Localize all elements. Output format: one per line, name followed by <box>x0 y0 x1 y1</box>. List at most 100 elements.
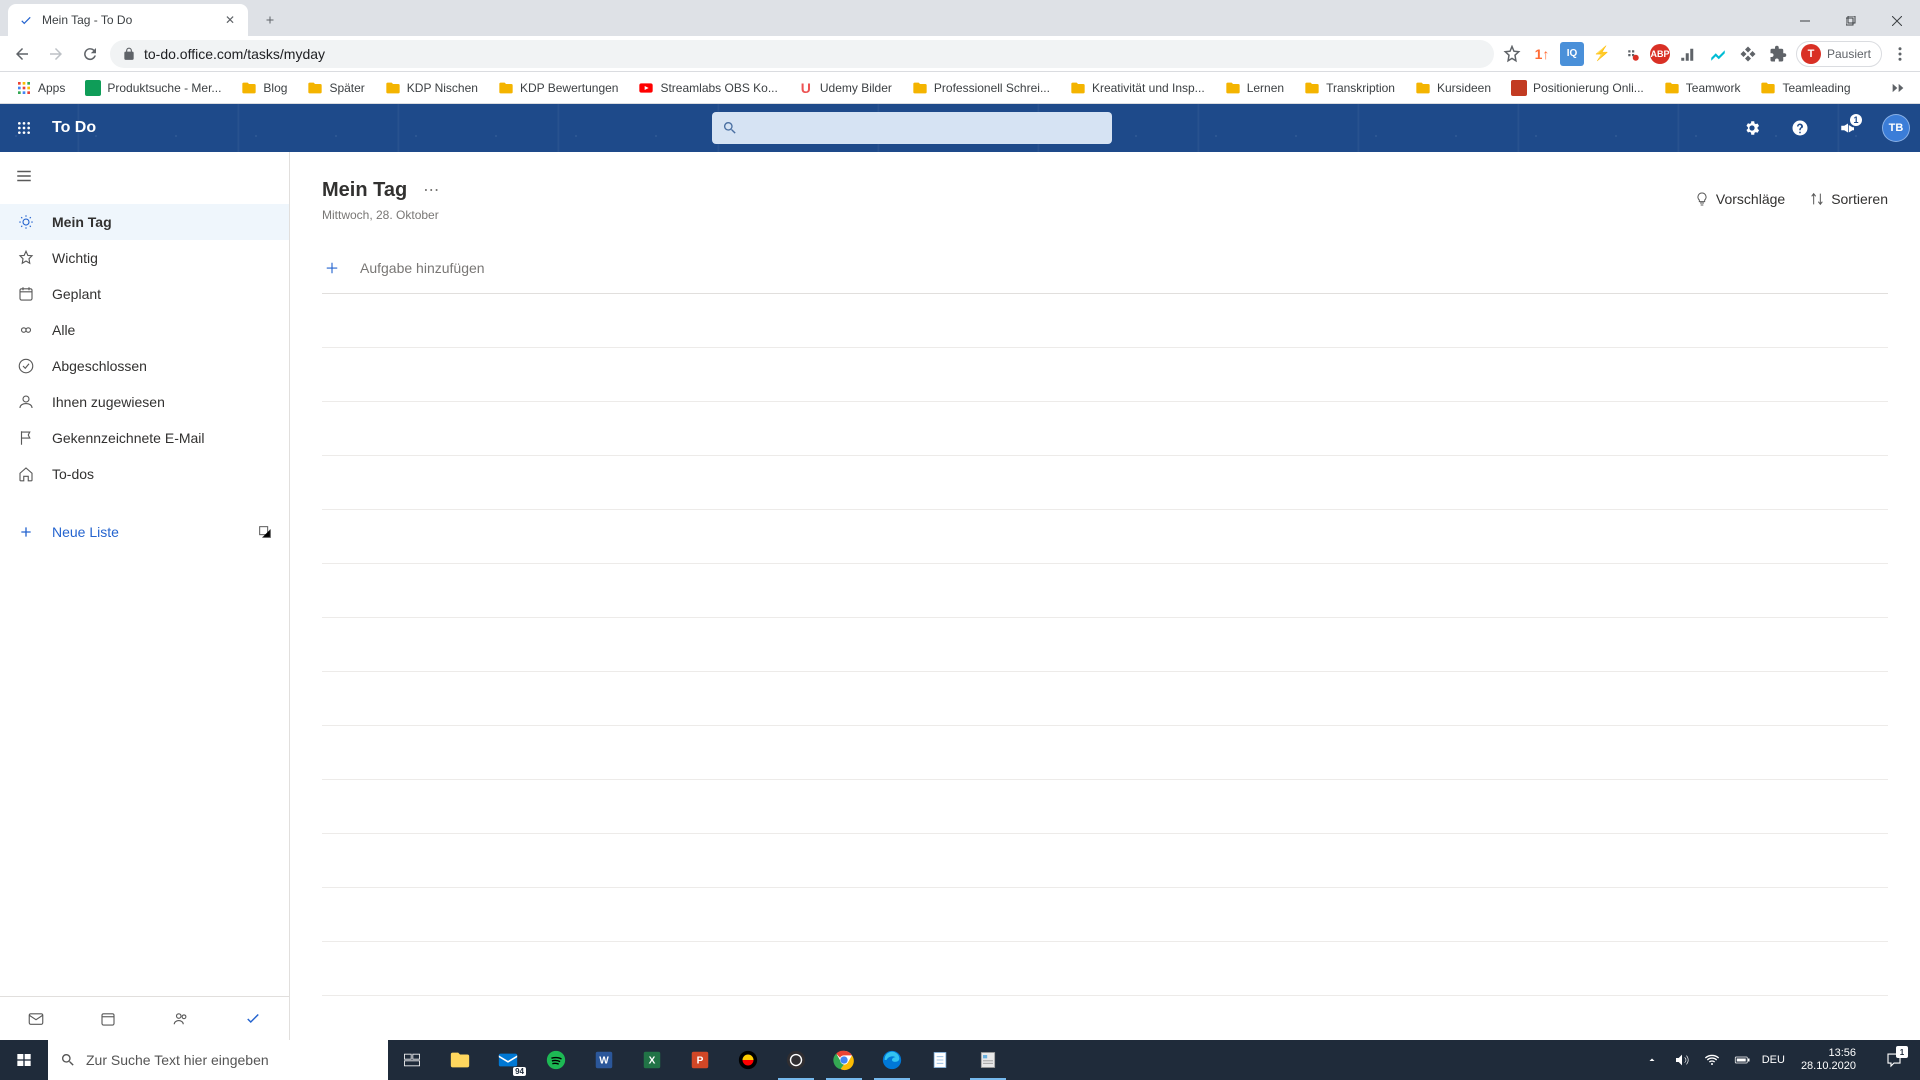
bookmark-item[interactable]: KDP Nischen <box>377 76 486 100</box>
sidebar-item-wichtig[interactable]: Wichtig <box>0 240 289 276</box>
sidebar-item-abgeschlossen[interactable]: Abgeschlossen <box>0 348 289 384</box>
chrome-menu-icon[interactable] <box>1888 42 1912 66</box>
sidebar-item-todos[interactable]: To-dos <box>0 456 289 492</box>
new-list-button[interactable]: Neue Liste <box>0 508 289 556</box>
extension-icon[interactable] <box>1620 42 1644 66</box>
task-placeholder-row <box>322 564 1888 618</box>
sidebar-item-zugewiesen[interactable]: Ihnen zugewiesen <box>0 384 289 420</box>
close-tab-icon[interactable]: ✕ <box>222 12 238 28</box>
bookmarks-overflow-icon[interactable] <box>1884 81 1912 95</box>
minimize-button[interactable] <box>1782 6 1828 36</box>
taskbar-search[interactable]: Zur Suche Text hier eingeben <box>48 1040 388 1080</box>
clock[interactable]: 13:56 28.10.2020 <box>1795 1047 1862 1073</box>
spotify-button[interactable] <box>532 1040 580 1080</box>
extension-icon[interactable] <box>1676 42 1700 66</box>
volume-icon[interactable] <box>1672 1050 1692 1070</box>
back-button[interactable] <box>8 40 36 68</box>
new-group-button[interactable] <box>249 516 281 548</box>
folder-icon <box>1225 80 1241 96</box>
sidebar-item-label: Gekennzeichnete E-Mail <box>52 430 205 446</box>
add-task-input[interactable]: Aufgabe hinzufügen <box>322 242 1888 294</box>
chrome-button[interactable] <box>820 1040 868 1080</box>
excel-button[interactable]: X <box>628 1040 676 1080</box>
wifi-icon[interactable] <box>1702 1050 1722 1070</box>
megaphone-button[interactable]: 1 <box>1824 104 1872 152</box>
search-box[interactable] <box>712 112 1112 144</box>
todo-app-button[interactable] <box>217 997 289 1040</box>
browser-tab[interactable]: Mein Tag - To Do ✕ <box>8 4 248 36</box>
forward-button[interactable] <box>42 40 70 68</box>
folder-icon <box>307 80 323 96</box>
battery-icon[interactable] <box>1732 1050 1752 1070</box>
extension-icon[interactable]: ABP <box>1650 44 1670 64</box>
check-circle-icon <box>16 356 36 376</box>
bookmark-item[interactable]: Teamwork <box>1656 76 1749 100</box>
extension-icon[interactable]: ⚡ <box>1590 42 1614 66</box>
maximize-button[interactable] <box>1828 6 1874 36</box>
profile-button[interactable]: T Pausiert <box>1796 41 1882 67</box>
new-tab-button[interactable] <box>256 6 284 34</box>
bookmark-item[interactable]: Streamlabs OBS Ko... <box>630 76 785 100</box>
sidebar-toggle-button[interactable] <box>0 152 48 200</box>
app-button[interactable] <box>964 1040 1012 1080</box>
extension-icon[interactable] <box>1706 42 1730 66</box>
bookmark-item[interactable]: KDP Bewertungen <box>490 76 627 100</box>
bookmark-item[interactable]: Später <box>299 76 372 100</box>
close-window-button[interactable] <box>1874 6 1920 36</box>
apps-shortcut[interactable]: Apps <box>8 76 73 100</box>
sidebar-item-alle[interactable]: Alle <box>0 312 289 348</box>
language-indicator[interactable]: DEU <box>1762 1054 1785 1066</box>
bookmark-item[interactable]: Teamleading <box>1752 76 1858 100</box>
help-button[interactable] <box>1776 104 1824 152</box>
bookmark-label: Blog <box>263 81 287 95</box>
bookmark-item[interactable]: Kreativität und Insp... <box>1062 76 1213 100</box>
address-bar[interactable]: to-do.office.com/tasks/myday <box>110 40 1494 68</box>
bookmark-item[interactable]: Positionierung Onli... <box>1503 76 1652 100</box>
action-center-button[interactable]: 1 <box>1872 1040 1916 1080</box>
calendar-app-button[interactable] <box>72 997 144 1040</box>
todo-favicon-icon <box>18 12 34 28</box>
bookmark-label: Teamleading <box>1782 81 1850 95</box>
bookmark-item[interactable]: Blog <box>233 76 295 100</box>
home-icon <box>16 464 36 484</box>
extension-icon[interactable]: IQ <box>1560 42 1584 66</box>
mail-app-button[interactable] <box>0 997 72 1040</box>
sort-button[interactable]: Sortieren <box>1809 191 1888 207</box>
apps-grid-icon <box>16 80 32 96</box>
edge-button[interactable] <box>868 1040 916 1080</box>
list-options-button[interactable]: ⋯ <box>419 176 443 204</box>
tray-chevron-icon[interactable] <box>1642 1050 1662 1070</box>
sidebar-item-label: Mein Tag <box>52 214 112 230</box>
bookmark-item[interactable]: Produktsuche - Mer... <box>77 76 229 100</box>
star-bookmark-icon[interactable] <box>1500 42 1524 66</box>
mail-app-button[interactable]: 94 <box>484 1040 532 1080</box>
new-list-label: Neue Liste <box>52 524 119 540</box>
suggestions-button[interactable]: Vorschläge <box>1694 191 1785 207</box>
word-button[interactable]: W <box>580 1040 628 1080</box>
task-view-button[interactable] <box>388 1040 436 1080</box>
sidebar-item-flagged-email[interactable]: Gekennzeichnete E-Mail <box>0 420 289 456</box>
settings-button[interactable] <box>1728 104 1776 152</box>
notepad-button[interactable] <box>916 1040 964 1080</box>
sidebar-item-geplant[interactable]: Geplant <box>0 276 289 312</box>
browser-titlebar: Mein Tag - To Do ✕ <box>0 0 1920 36</box>
sidebar-item-mein-tag[interactable]: Mein Tag <box>0 204 289 240</box>
search-input[interactable] <box>746 120 1102 136</box>
bookmark-item[interactable]: UUdemy Bilder <box>790 76 900 100</box>
bookmark-item[interactable]: Professionell Schrei... <box>904 76 1058 100</box>
bookmark-item[interactable]: Transkription <box>1296 76 1403 100</box>
app-button[interactable] <box>724 1040 772 1080</box>
file-explorer-button[interactable] <box>436 1040 484 1080</box>
app-launcher-button[interactable] <box>0 104 48 152</box>
start-button[interactable] <box>0 1040 48 1080</box>
extensions-menu-icon[interactable] <box>1766 42 1790 66</box>
powerpoint-button[interactable]: P <box>676 1040 724 1080</box>
bookmark-item[interactable]: Lernen <box>1217 76 1292 100</box>
extension-icon[interactable] <box>1736 42 1760 66</box>
account-button[interactable]: TB <box>1872 104 1920 152</box>
obs-button[interactable] <box>772 1040 820 1080</box>
bookmark-item[interactable]: Kursideen <box>1407 76 1499 100</box>
extension-icon[interactable]: 1↑ <box>1530 42 1554 66</box>
people-app-button[interactable] <box>145 997 217 1040</box>
reload-button[interactable] <box>76 40 104 68</box>
